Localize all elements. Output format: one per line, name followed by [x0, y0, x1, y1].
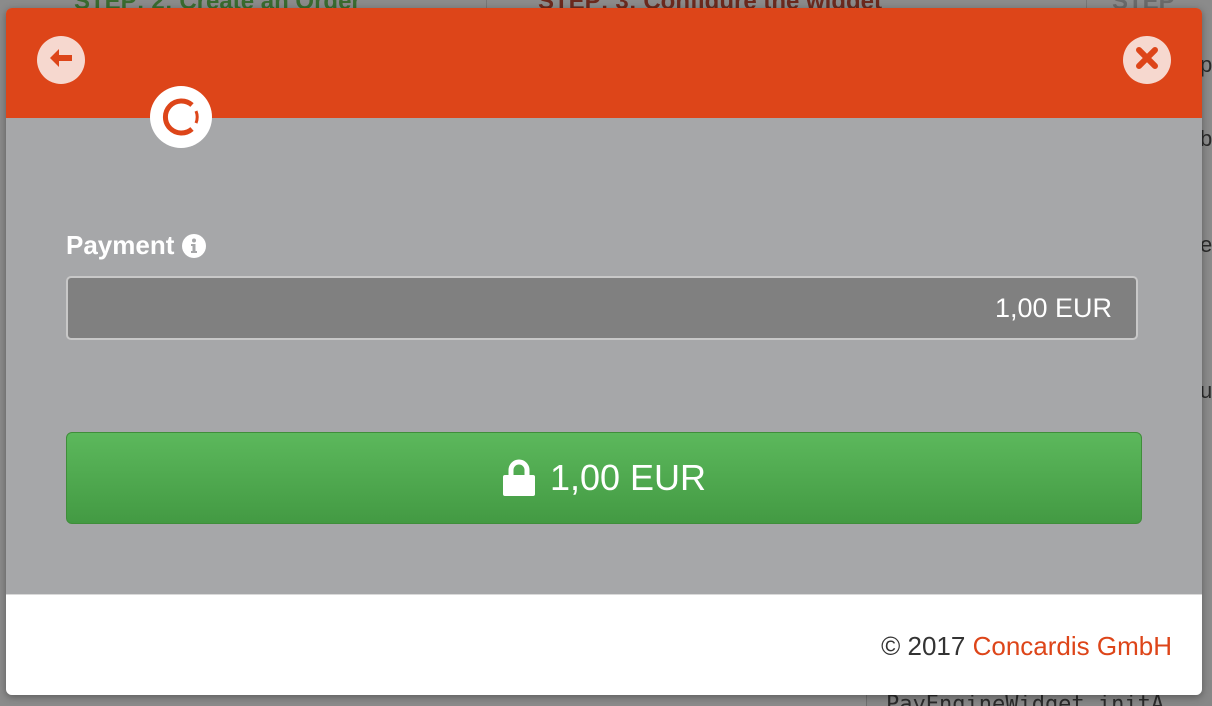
- close-icon: [1135, 46, 1159, 75]
- copyright-text: © 2017: [881, 631, 966, 661]
- info-icon[interactable]: [182, 233, 207, 258]
- modal-body: Payment 1,00 EUR: [6, 118, 1202, 594]
- company-link[interactable]: Concardis GmbH: [973, 631, 1172, 661]
- arrow-left-icon: [48, 47, 74, 74]
- payment-modal: Payment 1,00 EUR © 2017 Conca: [6, 8, 1202, 695]
- payment-label-row: Payment: [66, 230, 207, 261]
- back-button[interactable]: [37, 36, 85, 84]
- lock-icon: [502, 459, 536, 497]
- footer-text: © 2017 Concardis GmbH: [881, 631, 1172, 662]
- pay-button[interactable]: 1,00 EUR: [66, 432, 1142, 524]
- pay-button-label: 1,00 EUR: [549, 457, 707, 498]
- concardis-logo-icon: [150, 86, 212, 148]
- close-button[interactable]: [1123, 36, 1171, 84]
- modal-footer: © 2017 Concardis GmbH: [6, 594, 1202, 695]
- payment-label: Payment: [66, 230, 175, 260]
- amount-field[interactable]: [66, 276, 1138, 340]
